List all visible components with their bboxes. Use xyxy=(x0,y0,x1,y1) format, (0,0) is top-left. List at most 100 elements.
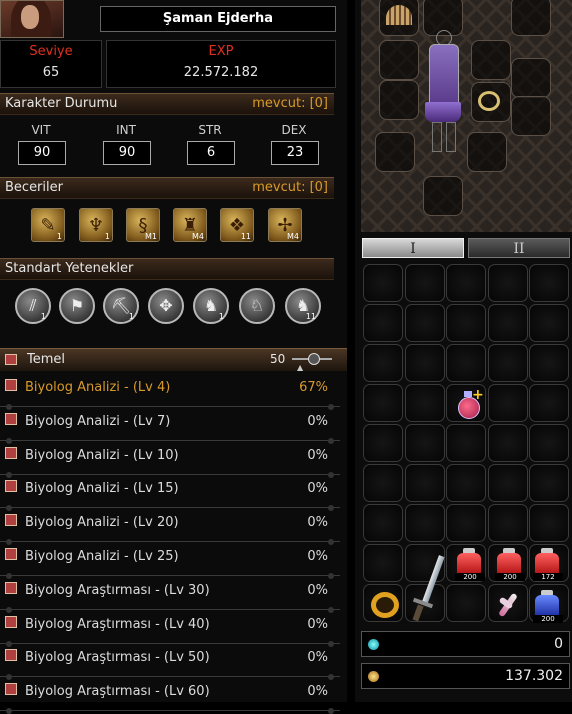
potion-count: 200 xyxy=(455,573,485,581)
talisman-slot[interactable] xyxy=(467,132,507,172)
inventory-slot[interactable] xyxy=(363,344,403,382)
sword-icon[interactable] xyxy=(411,553,445,625)
inventory-slot[interactable] xyxy=(487,264,528,302)
inventory-slot[interactable] xyxy=(363,264,403,302)
exp-box: EXP 22.572.182 xyxy=(106,40,336,88)
horse-pot-skill-icon[interactable]: ♞ 1 xyxy=(193,288,229,324)
shoes-slot[interactable] xyxy=(423,176,463,216)
knot-skill-icon[interactable]: ✥ xyxy=(148,288,184,324)
inventory-tab-1[interactable]: I xyxy=(362,238,464,258)
book-icon xyxy=(5,354,17,365)
quest-category-header[interactable]: Temel 50 ▲ xyxy=(0,348,347,372)
inventory-slot[interactable] xyxy=(487,384,528,422)
inventory-slot[interactable] xyxy=(446,344,486,382)
inventory-slot[interactable] xyxy=(529,424,569,462)
quest-progress: 0% xyxy=(307,515,328,531)
bell-skill-icon[interactable]: ♜ M4 xyxy=(173,208,207,242)
quest-name: Biyolog Analizi - (Lv 25) xyxy=(25,549,179,564)
quest-row[interactable]: Biyolog Analizi - (Lv 7) 0% xyxy=(0,407,340,444)
weapon-slot[interactable] xyxy=(379,40,419,80)
inventory-slot[interactable] xyxy=(446,264,486,302)
inventory-slot[interactable] xyxy=(363,424,403,462)
quest-row[interactable]: Biyolog Araştırması - (Lv 40) 0% xyxy=(0,610,340,647)
quest-row[interactable]: Biyolog Analizi - (Lv 15) 0% xyxy=(0,474,340,512)
gold-amount: 137.302 xyxy=(505,668,563,684)
scroll-skill-icon[interactable]: ✎ 1 xyxy=(31,208,65,242)
totem-skill-icon[interactable]: ❖ 11 xyxy=(220,208,254,242)
flag-skill-icon[interactable]: ⚑ xyxy=(59,288,95,324)
red-potion-icon[interactable]: 172 xyxy=(533,548,563,581)
level-box: Seviye 65 xyxy=(0,40,102,88)
quest-name: Biyolog Analizi - (Lv 4) xyxy=(25,380,171,395)
inventory-slot[interactable] xyxy=(404,504,445,542)
inventory-slot[interactable] xyxy=(487,504,528,542)
earring-slot[interactable] xyxy=(511,0,551,36)
horse-head-skill-icon[interactable]: ♞ 11 xyxy=(285,288,321,324)
ring-slot[interactable] xyxy=(511,96,551,136)
inventory-slot[interactable] xyxy=(487,304,528,342)
inventory-slot[interactable] xyxy=(363,384,403,422)
quest-book-icon xyxy=(5,615,17,628)
inventory-slot[interactable] xyxy=(404,304,445,342)
inventory-tab-2[interactable]: II xyxy=(468,238,570,258)
quest-row[interactable]: Biyolog Araştırması - (Lv 50) 0% xyxy=(0,643,340,681)
status-title: Karakter Durumu xyxy=(5,96,118,111)
inventory-slot[interactable] xyxy=(446,424,486,462)
claw-skill-icon[interactable]: ⫽ 1 xyxy=(15,288,51,324)
skills-header: Beceriler mevcut: [0] xyxy=(0,177,334,199)
inventory-slot[interactable] xyxy=(446,584,486,622)
inventory-slot[interactable] xyxy=(529,304,569,342)
inventory-slot[interactable] xyxy=(404,264,445,302)
pickaxe-skill-icon[interactable]: ⛏ 1 xyxy=(103,288,139,324)
gold-ring-icon[interactable] xyxy=(371,592,399,618)
inventory-slot[interactable] xyxy=(363,504,403,542)
quest-row[interactable]: Biyolog Analizi - (Lv 20) 0% xyxy=(0,508,340,546)
magic-potion-icon[interactable]: + xyxy=(456,387,484,421)
inventory-slot[interactable] xyxy=(487,344,528,382)
quest-row[interactable]: Biyolog Analizi - (Lv 4) 67% xyxy=(0,373,340,410)
pet-slot[interactable] xyxy=(375,132,415,172)
inventory-slot[interactable] xyxy=(363,304,403,342)
quest-row[interactable]: Biyolog Araştırması - (Lv 60) 0% xyxy=(0,677,340,714)
fan-slot[interactable] xyxy=(379,0,419,36)
inventory-slot[interactable] xyxy=(363,544,403,582)
gold-bar: 137.302 xyxy=(361,663,570,689)
chevron-up-icon[interactable]: ▲ xyxy=(297,363,303,372)
inventory-slot[interactable] xyxy=(446,464,486,502)
inventory-slot[interactable] xyxy=(529,464,569,502)
inventory-slot[interactable] xyxy=(404,424,445,462)
slider-knob[interactable] xyxy=(308,353,320,365)
quest-progress: 0% xyxy=(307,413,328,429)
pinwheel-skill-icon[interactable]: ✢ M4 xyxy=(268,208,302,242)
inventory-slot[interactable] xyxy=(446,304,486,342)
quest-row[interactable]: Biyolog Analizi - (Lv 25) 0% xyxy=(0,542,340,579)
horse-gallop-skill-icon[interactable]: ♘ xyxy=(239,288,275,324)
inventory-slot[interactable] xyxy=(487,464,528,502)
inventory-slot[interactable] xyxy=(404,344,445,382)
armor-slot-left[interactable] xyxy=(379,80,419,120)
inventory-slot[interactable] xyxy=(404,464,445,502)
inventory-slot[interactable] xyxy=(404,384,445,422)
bracelet-slot[interactable] xyxy=(471,82,511,122)
quest-progress: 0% xyxy=(307,447,328,463)
quest-row[interactable]: Biyolog Analizi - (Lv 10) 0% xyxy=(0,441,340,478)
red-potion-icon[interactable]: 200 xyxy=(495,548,525,581)
status-header: Karakter Durumu mevcut: [0] xyxy=(0,93,334,115)
inventory-slot[interactable] xyxy=(529,264,569,302)
serpent-skill-icon[interactable]: § M1 xyxy=(126,208,160,242)
feather-icon[interactable] xyxy=(495,590,523,620)
inventory-slot[interactable] xyxy=(487,424,528,462)
inventory-slot[interactable] xyxy=(529,504,569,542)
inventory-slot[interactable] xyxy=(446,504,486,542)
inventory-slot[interactable] xyxy=(529,344,569,382)
blue-potion-icon[interactable]: 200 xyxy=(533,590,563,623)
dragon-skill-icon[interactable]: ♆ 1 xyxy=(79,208,113,242)
inventory-slot[interactable] xyxy=(363,464,403,502)
quest-row[interactable]: Biyolog Araştırması - (Lv 30) 0% xyxy=(0,576,340,613)
inventory-slot[interactable] xyxy=(529,384,569,422)
quest-category-title: Temel xyxy=(27,352,66,367)
necklace-slot[interactable] xyxy=(511,58,551,98)
shield-slot[interactable] xyxy=(471,40,511,80)
character-name: Şaman Ejderha xyxy=(100,6,336,32)
red-potion-icon[interactable]: 200 xyxy=(455,548,485,581)
